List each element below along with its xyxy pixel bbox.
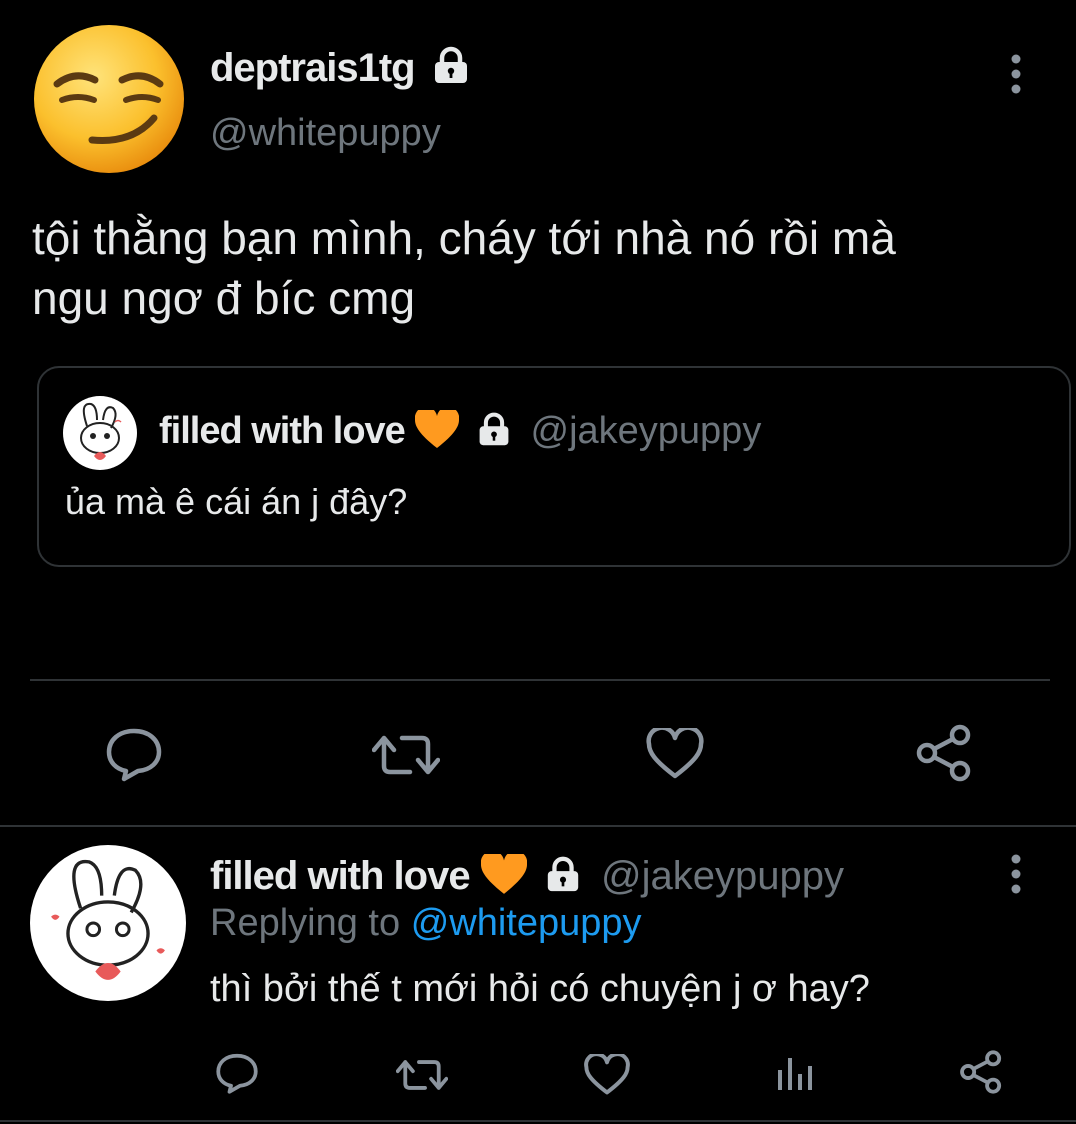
replying-to-label: Replying to [210,902,401,944]
reply-author-avatar[interactable] [30,845,186,1001]
analytics-icon[interactable] [776,1054,816,1092]
quoted-tweet-card[interactable]: filled with love @jakeypuppy ủa mà ê cái… [37,366,1071,567]
retweet-icon[interactable] [396,1056,448,1094]
reply-handle[interactable]: @jakeypuppy [601,854,844,898]
quoted-author-avatar [63,396,137,470]
reply-icon[interactable] [214,1052,260,1094]
like-icon[interactable] [646,728,704,780]
tweet-text-line-2: ngu ngơ đ bíc cmg [32,272,416,324]
more-options-icon[interactable] [1006,852,1026,896]
orange-heart-icon [480,854,527,895]
lock-icon [434,47,467,84]
bunny-avatar-icon [80,402,122,460]
replying-to-handle-link[interactable]: @whitepuppy [411,902,642,944]
section-divider [0,825,1076,827]
like-icon[interactable] [584,1054,630,1096]
author-handle[interactable]: @whitepuppy [210,110,441,156]
lock-icon [479,412,509,446]
bunny-avatar-icon [51,859,165,980]
quoted-tweet-text: ủa mà ê cái án j đây? [65,481,408,522]
author-display-name[interactable]: deptrais1tg [210,46,416,90]
tweet-text-line-1: tội thằng bạn mình, cháy tới nhà nó rồi … [32,212,896,264]
reply-text: thì bởi thế t mới hỏi có chuyện j ơ hay? [210,968,870,1010]
reply-icon[interactable] [104,726,164,782]
reply-display-name[interactable]: filled with love [210,854,471,898]
divider [30,679,1050,681]
share-icon[interactable] [958,1050,1004,1094]
smirk-emoji-icon [34,25,184,173]
quoted-handle: @jakeypuppy [530,410,762,452]
reply-author-row: filled with love @jakeypuppy [210,852,844,900]
author-avatar[interactable] [32,22,186,176]
bottom-divider [0,1120,1076,1122]
author-name-row: deptrais1tg [210,44,471,92]
share-icon[interactable] [914,724,974,782]
quoted-display-name: filled with love [159,410,406,452]
tweet-text: tội thằng bạn mình, cháy tới nhà nó rồi … [32,208,896,328]
quoted-author-row: filled with love @jakeypuppy [159,408,761,454]
more-options-icon[interactable] [1006,52,1026,96]
lock-icon [547,857,579,892]
replying-to-line: Replying to @whitepuppy [210,900,642,946]
orange-heart-icon [415,409,460,448]
retweet-icon[interactable] [372,730,440,780]
